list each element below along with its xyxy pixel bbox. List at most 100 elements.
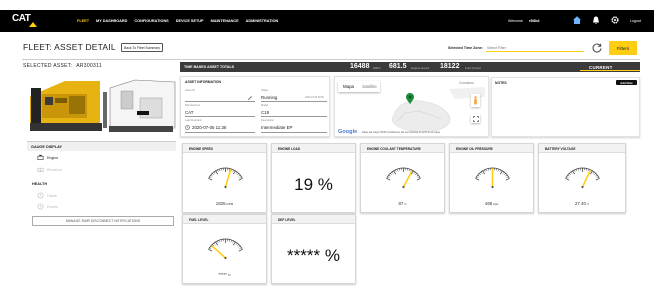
menu-item-maintenance[interactable]: MAINTENANCE: [211, 19, 239, 23]
back-to-fleet-summary-button[interactable]: Back To Fleet Summary: [121, 43, 163, 52]
gauge-engine-speed: ENGINE SPEED 1835RPM: [182, 143, 267, 213]
dial-tick: [212, 173, 214, 176]
dial-tick: [482, 170, 485, 175]
dial-tick: [239, 247, 242, 249]
status-value: Running: [261, 95, 278, 100]
asset-photo: [25, 76, 177, 136]
totals-label: TIME BASED ASSET TOTALS: [184, 65, 235, 69]
logout-link[interactable]: Logout: [630, 19, 641, 23]
dial-tick: [208, 249, 213, 252]
dial-tick: [497, 168, 499, 172]
gauge-engine-coolant-temperature: ENGINE COOLANT TEMPERATURE 87C: [360, 143, 445, 213]
selected-asset-id: AR300311: [76, 63, 102, 69]
map-tab-satellite[interactable]: Satélite: [359, 81, 380, 92]
menu-item-fleet[interactable]: FLEET: [77, 19, 89, 23]
gear-icon[interactable]: [610, 15, 620, 25]
map-marker-icon[interactable]: [405, 93, 415, 105]
dial-needle: [211, 245, 227, 259]
dial-tick: [486, 168, 488, 172]
total-engine-hours-value: 681.5: [389, 63, 407, 70]
gauge-value-number: *****: [218, 272, 227, 277]
dial-tick: [387, 176, 390, 178]
home-icon[interactable]: [572, 15, 582, 25]
total-fuel-unit: Fuel (Litres): [465, 66, 482, 70]
add-note-button[interactable]: Add Note: [616, 80, 637, 85]
dial-tick: [506, 176, 509, 178]
map-panel[interactable]: Mapa Satélite Comodoro Google Datos del …: [334, 76, 489, 137]
fullscreen-button[interactable]: [471, 114, 480, 123]
dial-hub: [402, 185, 405, 189]
dial-tick: [572, 170, 575, 175]
map-tab-map[interactable]: Mapa: [338, 81, 359, 92]
gauge-value-unit: V: [586, 202, 589, 206]
selected-asset-label: SELECTED ASSET:: [23, 63, 73, 69]
filters-button[interactable]: Filters: [609, 41, 637, 55]
dial-tick: [475, 178, 480, 181]
manufacturer-underline: [185, 116, 255, 117]
menu-item-administration[interactable]: ADMINISTRATION: [246, 19, 279, 23]
sidebar-item-events-label: Events: [47, 204, 58, 209]
time-based-totals-bar: TIME BASED ASSET TOTALS 16488 kWhs 681.5…: [180, 62, 640, 72]
sidebar-item-electrical[interactable]: Electrical: [37, 166, 62, 173]
time-zone-select[interactable]: [486, 44, 584, 52]
description-label: Description: [261, 119, 274, 122]
dial-tick: [213, 242, 216, 245]
manage-disconnect-notifications-button[interactable]: MANAGE 3WIR DISCONNECT NOTIFICATIONS: [32, 216, 174, 226]
asset-id-underline: [185, 101, 255, 102]
edit-pencil-icon[interactable]: [247, 95, 253, 101]
dial-tick: [594, 173, 596, 176]
gauge-title: BATTERY VOLTAGE: [539, 144, 625, 153]
gauge-dial: [208, 167, 243, 189]
dial-tick: [393, 170, 396, 175]
total-kwhs-unit: kWhs: [373, 66, 381, 70]
dial-tick: [232, 240, 234, 243]
menu-item-my-dashboard[interactable]: MY DASHBOARD: [96, 19, 127, 23]
dial-tick: [230, 239, 232, 243]
description-value: Intermediate EP: [261, 125, 293, 130]
events-icon: [37, 203, 44, 210]
sidebar-item-engine[interactable]: Engine: [37, 154, 58, 161]
sidebar-item-faults-label: Faults: [47, 193, 57, 198]
street-view-pegman[interactable]: [471, 94, 480, 107]
health-header: HEALTH: [32, 182, 48, 186]
sidebar-item-faults[interactable]: Faults: [37, 192, 57, 199]
gauge-value-text: ***** %: [287, 246, 340, 265]
dial-tick: [386, 178, 391, 181]
gauge-title: ENGINE COOLANT TEMPERATURE: [361, 144, 444, 153]
dial-tick: [505, 174, 508, 177]
menu-item-configurations[interactable]: CONFIGURATIONS: [134, 19, 168, 23]
dial-tick: [237, 244, 239, 247]
dial-tick: [208, 178, 213, 181]
cat-logo[interactable]: CAT: [12, 13, 38, 28]
menu-item-device-setup[interactable]: DEVICE SETUP: [176, 19, 204, 23]
dial-tick: [217, 240, 219, 243]
dial-tick: [504, 173, 506, 176]
dial-tick: [391, 171, 394, 174]
dial-tick: [569, 173, 571, 176]
dial-tick: [587, 168, 589, 172]
gauge-value-unit: C: [404, 202, 407, 206]
bell-icon[interactable]: [591, 15, 601, 25]
gauge-battery-voltage: BATTERY VOLTAGE 27.40V: [538, 143, 626, 213]
gauge-dial: [386, 167, 421, 189]
model-underline: [261, 116, 327, 117]
sidebar-item-events[interactable]: Events: [37, 203, 58, 210]
google-logo: Google: [338, 129, 358, 135]
gauge-title: ENGINE OIL PRESSURE: [450, 144, 533, 153]
dial-tick: [499, 169, 501, 172]
dial-tick: [415, 173, 417, 176]
total-engine-hours-unit: Engine Hours: [411, 66, 430, 70]
dial-tick: [390, 173, 392, 176]
map-footer[interactable]: Datos del mapa ©2020 Condiciones del uso…: [362, 131, 440, 134]
gauge-value: *****%: [183, 272, 266, 277]
manufacturer-value: CAT: [185, 110, 194, 115]
dial-tick: [592, 171, 595, 174]
logo-triangle: [29, 22, 37, 27]
dial-tick: [233, 170, 236, 175]
dial-tick: [576, 168, 578, 172]
gauge-dial: [475, 167, 510, 189]
refresh-icon[interactable]: [591, 42, 603, 54]
dial-tick: [235, 171, 238, 174]
dial-tick: [210, 174, 213, 177]
status-label: Status: [261, 89, 269, 92]
